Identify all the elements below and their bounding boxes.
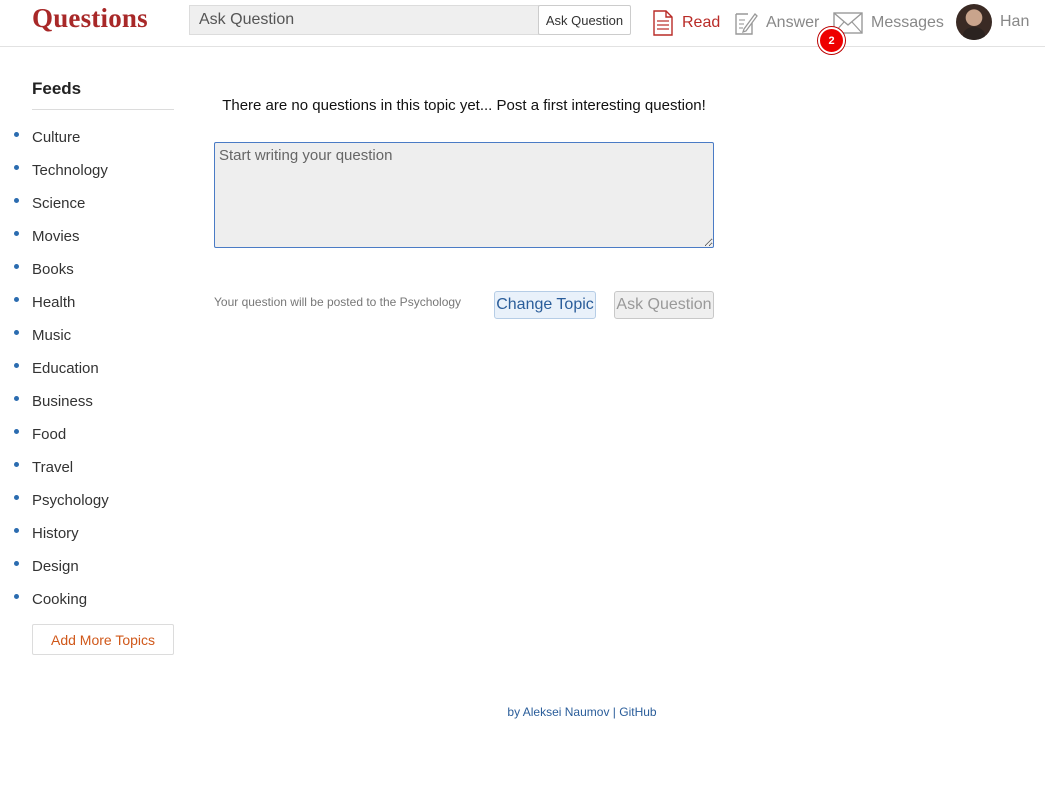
logo[interactable]: Questions [32, 3, 148, 34]
bullet-icon [14, 528, 19, 533]
topic-label: Culture [32, 129, 81, 146]
search-input[interactable] [189, 5, 539, 35]
topic-label: Music [32, 327, 72, 344]
profile-name: Han [1000, 13, 1030, 30]
nav-read[interactable]: Read [652, 8, 720, 38]
topic-label: Travel [32, 459, 74, 476]
feeds-divider [32, 109, 174, 110]
post-topic-note: Your question will be posted to the Psyc… [214, 295, 462, 309]
topic-label: Food [32, 426, 67, 443]
sidebar-item-science[interactable]: Science [14, 187, 109, 220]
sidebar-item-education[interactable]: Education [14, 352, 109, 385]
nav-profile[interactable]: Han [956, 4, 1029, 40]
top-header: Questions Ask Question Read [0, 0, 1045, 54]
bullet-icon [14, 363, 19, 368]
topic-label: Design [32, 558, 79, 575]
feeds-title: Feeds [32, 79, 82, 98]
ask-question-button[interactable]: Ask Question [614, 291, 714, 319]
sidebar-item-business[interactable]: Business [14, 385, 109, 418]
sidebar-item-food[interactable]: Food [14, 418, 109, 451]
nav-messages[interactable]: Messages [833, 8, 944, 38]
topic-label: Technology [32, 162, 108, 179]
messages-count-badge: 2 [818, 27, 845, 54]
nav-messages-label: Messages [871, 14, 944, 31]
nav-answer[interactable]: Answer [734, 8, 819, 38]
topic-label: Science [32, 195, 86, 212]
bullet-icon [14, 231, 19, 236]
nav-read-label: Read [682, 14, 721, 31]
topic-label: Books [32, 261, 74, 278]
topic-label: Education [32, 360, 99, 377]
avatar [956, 4, 992, 40]
sidebar-item-travel[interactable]: Travel [14, 451, 109, 484]
topic-label: Psychology [32, 492, 109, 509]
topic-list: Culture Technology Science Movies Books … [14, 121, 109, 616]
sidebar-item-health[interactable]: Health [14, 286, 109, 319]
bullet-icon [14, 198, 19, 203]
bullet-icon [14, 396, 19, 401]
ask-question-header-button[interactable]: Ask Question [538, 5, 631, 35]
sidebar-item-books[interactable]: Books [14, 253, 109, 286]
sidebar-item-music[interactable]: Music [14, 319, 109, 352]
sidebar-item-movies[interactable]: Movies [14, 220, 109, 253]
bullet-icon [14, 132, 19, 137]
add-more-topics-button[interactable]: Add More Topics [32, 624, 174, 655]
document-icon [652, 10, 674, 36]
sidebar-item-psychology[interactable]: Psychology [14, 484, 109, 517]
topic-label: History [32, 525, 79, 542]
bullet-icon [14, 462, 19, 467]
sidebar-item-design[interactable]: Design [14, 550, 109, 583]
nav-answer-label: Answer [766, 14, 820, 31]
topic-label: Health [32, 294, 76, 311]
bullet-icon [14, 561, 19, 566]
bullet-icon [14, 594, 19, 599]
topic-label: Business [32, 393, 93, 410]
edit-icon [734, 10, 758, 36]
topic-label: Movies [32, 228, 80, 245]
bullet-icon [14, 330, 19, 335]
bullet-icon [14, 429, 19, 434]
author-link[interactable]: by Aleksei Naumov [507, 705, 609, 719]
empty-topic-message: There are no questions in this topic yet… [222, 97, 706, 114]
sidebar-item-culture[interactable]: Culture [14, 121, 109, 154]
search-bar: Ask Question [189, 5, 631, 35]
bullet-icon [14, 297, 19, 302]
sidebar-item-history[interactable]: History [14, 517, 109, 550]
bullet-icon [14, 165, 19, 170]
bullet-icon [14, 495, 19, 500]
topic-label: Cooking [32, 591, 88, 608]
bullet-icon [14, 264, 19, 269]
change-topic-button[interactable]: Change Topic [494, 291, 596, 319]
footer: by Aleksei Naumov | GitHub [0, 705, 1045, 719]
question-textarea[interactable] [214, 142, 714, 248]
github-link[interactable]: GitHub [619, 705, 656, 719]
sidebar-item-cooking[interactable]: Cooking [14, 583, 109, 616]
sidebar-item-technology[interactable]: Technology [14, 154, 109, 187]
footer-separator: | [612, 705, 616, 719]
